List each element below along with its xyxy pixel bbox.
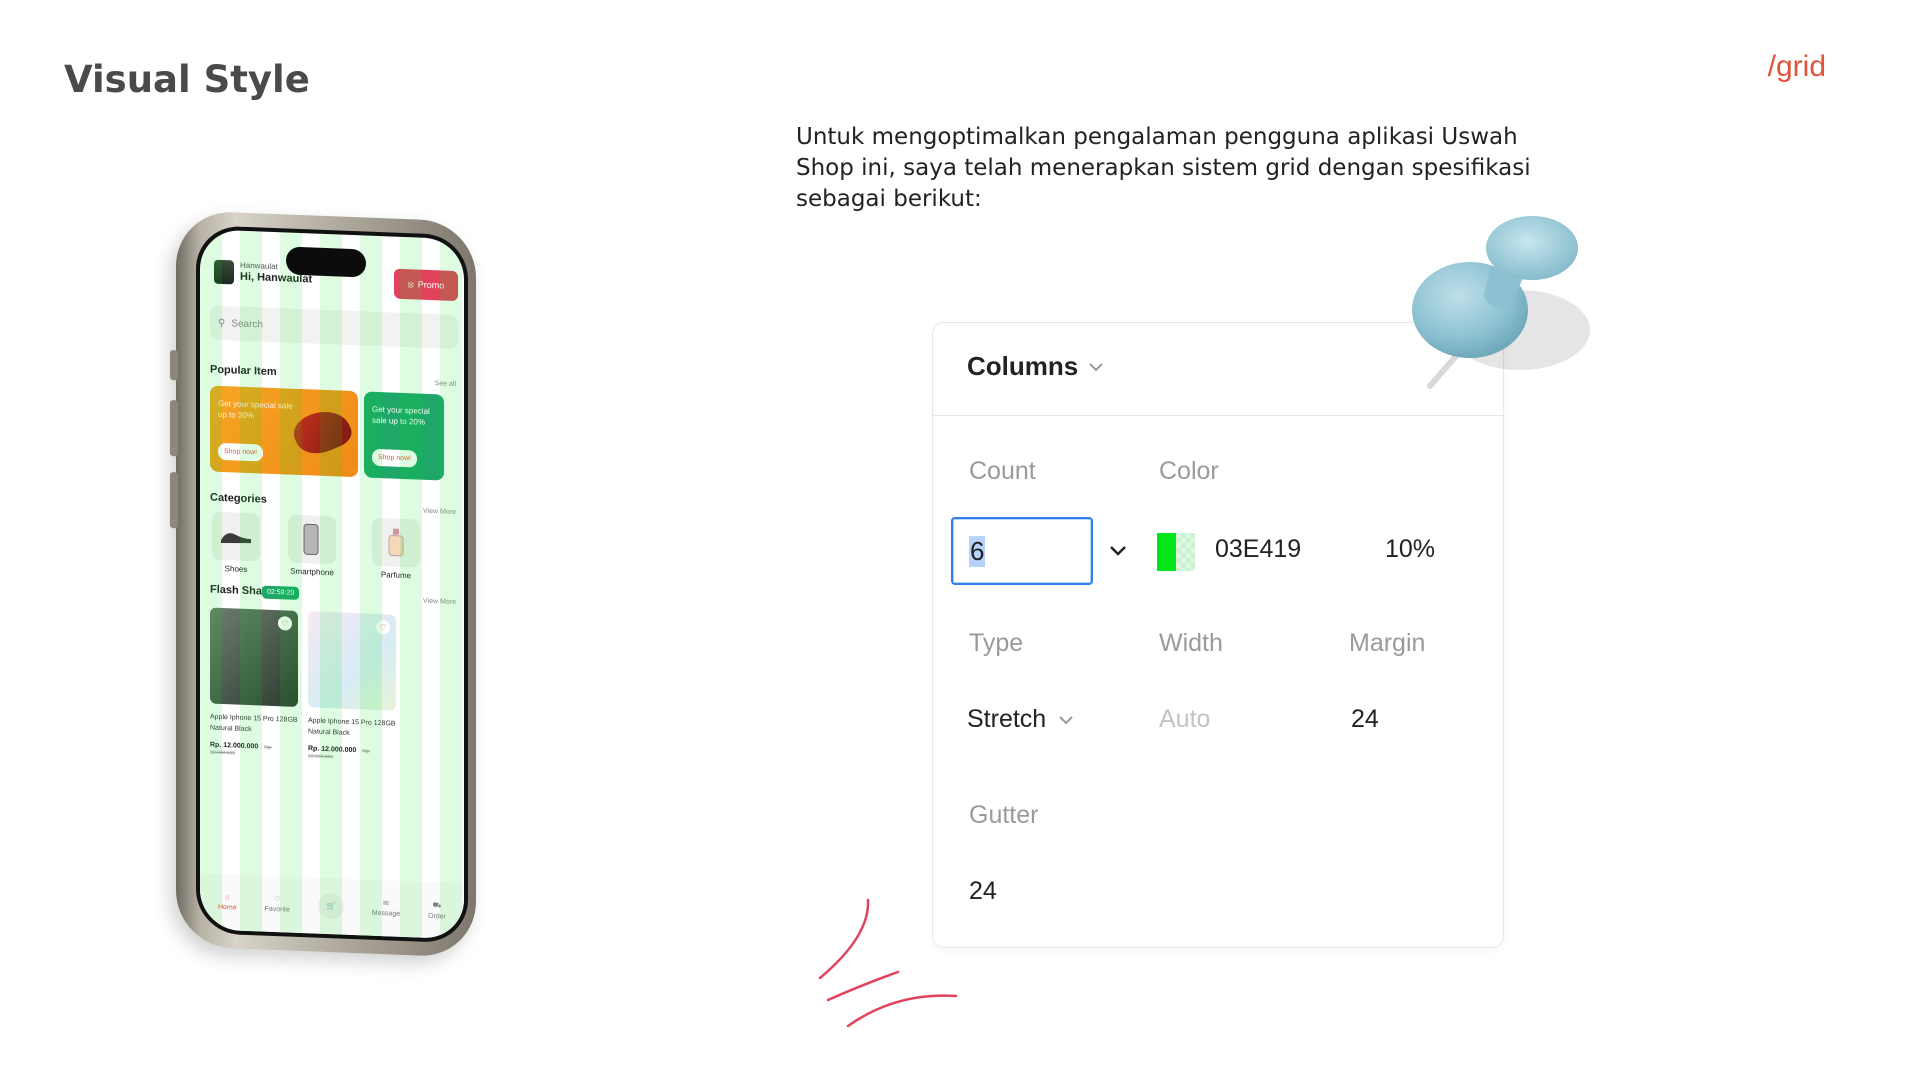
promo-banner[interactable]: Get your special sale up to 20% Shop now… bbox=[364, 391, 444, 481]
category-item[interactable]: Smartphone bbox=[284, 514, 340, 577]
banner-text: Get your special sale up to 20% bbox=[372, 404, 430, 427]
home-icon: ⌂ bbox=[225, 893, 230, 901]
product-name: Apple Iphone 15 Pro 128GB Natural Black bbox=[210, 713, 298, 734]
width-label: Width bbox=[1159, 629, 1223, 657]
grid-type-dropdown[interactable]: Columns bbox=[967, 351, 1104, 382]
banner-text: Get your special sale up to 30% bbox=[218, 398, 293, 421]
tab-label: Home bbox=[217, 903, 237, 912]
discount-icon: ⦻ bbox=[407, 278, 414, 289]
bottom-tab-bar: ⌂ Home ♡ Favorite 🛒 ✉ Message ⛟ Order bbox=[200, 873, 464, 940]
margin-input[interactable]: 24 bbox=[1351, 705, 1379, 734]
tab-home[interactable]: ⌂ Home bbox=[218, 893, 237, 911]
chevron-down-icon bbox=[1089, 362, 1103, 371]
category-item[interactable]: Shoes bbox=[208, 511, 264, 574]
phone-side-button bbox=[170, 350, 178, 381]
tab-order[interactable]: ⛟ Order bbox=[428, 900, 447, 921]
count-dropdown-chevron-icon[interactable] bbox=[1109, 545, 1127, 557]
category-label: Shoes bbox=[224, 564, 248, 574]
color-label: Color bbox=[1159, 457, 1219, 485]
gutter-input[interactable]: 24 bbox=[969, 877, 997, 906]
count-input[interactable]: 6 bbox=[951, 517, 1093, 585]
tab-cart[interactable]: 🛒 bbox=[317, 892, 344, 920]
opacity-input[interactable]: 10% bbox=[1385, 535, 1435, 564]
smartphone-icon bbox=[288, 514, 336, 565]
shop-now-button[interactable]: Shop now! bbox=[372, 448, 418, 468]
product-image: ♡ bbox=[210, 607, 298, 707]
popular-title: Popular Item bbox=[210, 363, 277, 379]
product-price: Rp. 12.000.000 Rp. 13.000.000 bbox=[210, 742, 298, 759]
gutter-label: Gutter bbox=[969, 801, 1039, 829]
search-input[interactable]: ⚲ Search bbox=[210, 305, 458, 350]
swatch-transparent bbox=[1176, 533, 1195, 571]
perfume-icon bbox=[372, 517, 420, 568]
section-tag: /grid bbox=[1767, 50, 1826, 83]
flash-timer: 02:59:20 bbox=[262, 585, 300, 600]
phone-side-button bbox=[170, 400, 178, 457]
phone-side-button bbox=[170, 472, 178, 529]
tab-message[interactable]: ✉ Message bbox=[372, 899, 400, 918]
promo-label: Promo bbox=[417, 279, 445, 291]
color-swatch[interactable] bbox=[1157, 533, 1195, 571]
phone-screen: Hanwaulat Hi, Hanwaulat ⦻ Promo ⚲ Search… bbox=[196, 225, 468, 944]
heart-icon[interactable]: ♡ bbox=[278, 616, 292, 631]
search-placeholder: Search bbox=[231, 317, 264, 331]
product-card[interactable]: ♡ Apple Iphone 15 Pro 128GB Natural Blac… bbox=[210, 607, 298, 759]
heart-icon[interactable]: ♡ bbox=[376, 619, 390, 635]
cart-icon: 🛒 bbox=[317, 892, 344, 920]
tab-label: Message bbox=[371, 909, 401, 918]
grid-settings-panel: Columns Count Color 6 03E419 10% Type Wi… bbox=[932, 322, 1504, 948]
app-content: Hanwaulat Hi, Hanwaulat ⦻ Promo ⚲ Search… bbox=[200, 229, 464, 940]
count-value: 6 bbox=[969, 535, 986, 567]
tab-label: Favorite bbox=[264, 905, 290, 914]
product-image: ♡ bbox=[308, 611, 396, 711]
type-dropdown[interactable]: Stretch bbox=[967, 705, 1074, 734]
view-more-link[interactable]: View More bbox=[423, 508, 456, 516]
promo-banner[interactable]: Get your special sale up to 30% Shop now… bbox=[210, 385, 358, 478]
type-value: Stretch bbox=[967, 705, 1047, 733]
tab-favorite[interactable]: ♡ Favorite bbox=[265, 895, 290, 914]
greeting-name: Hanwaulat bbox=[240, 260, 278, 272]
categories-title: Categories bbox=[210, 491, 267, 506]
heart-icon: ♡ bbox=[274, 896, 281, 904]
slide-title: Visual Style bbox=[64, 58, 310, 101]
avatar[interactable] bbox=[214, 259, 234, 285]
chevron-down-icon bbox=[1059, 715, 1073, 724]
search-icon: ⚲ bbox=[218, 317, 226, 329]
grid-type-label: Columns bbox=[967, 351, 1079, 381]
message-icon: ✉ bbox=[383, 900, 389, 908]
view-more-link[interactable]: View More bbox=[423, 598, 456, 606]
see-all-link[interactable]: See all bbox=[435, 380, 456, 388]
product-name: Apple Iphone 15 Pro 128GB Natural Black bbox=[308, 717, 396, 737]
sneaker-image bbox=[288, 402, 356, 462]
category-item[interactable]: Parfume bbox=[368, 517, 424, 581]
push-pin-icon bbox=[1412, 216, 1590, 389]
shop-now-button[interactable]: Shop now! bbox=[218, 442, 264, 462]
product-card[interactable]: ♡ Apple Iphone 15 Pro 128GB Natural Blac… bbox=[308, 611, 396, 762]
swatch-solid bbox=[1157, 533, 1176, 571]
dynamic-island bbox=[286, 246, 366, 278]
width-input[interactable]: Auto bbox=[1159, 705, 1210, 734]
decorative-scribble bbox=[818, 898, 958, 1028]
count-label: Count bbox=[969, 457, 1036, 485]
truck-icon: ⛟ bbox=[432, 901, 442, 909]
promo-button[interactable]: ⦻ Promo bbox=[394, 268, 458, 302]
shoe-icon bbox=[212, 511, 260, 562]
app-screen: Hanwaulat Hi, Hanwaulat ⦻ Promo ⚲ Search… bbox=[200, 229, 464, 940]
tab-label: Order bbox=[428, 912, 447, 921]
color-hex-input[interactable]: 03E419 bbox=[1215, 535, 1301, 564]
margin-label: Margin bbox=[1349, 629, 1426, 657]
product-price: Rp. 12.000.000 Rp. 13.000.000 bbox=[308, 745, 396, 762]
type-label: Type bbox=[969, 629, 1024, 657]
phone-mockup: Hanwaulat Hi, Hanwaulat ⦻ Promo ⚲ Search… bbox=[170, 210, 476, 958]
category-label: Parfume bbox=[380, 570, 412, 581]
category-label: Smartphone bbox=[290, 566, 334, 578]
